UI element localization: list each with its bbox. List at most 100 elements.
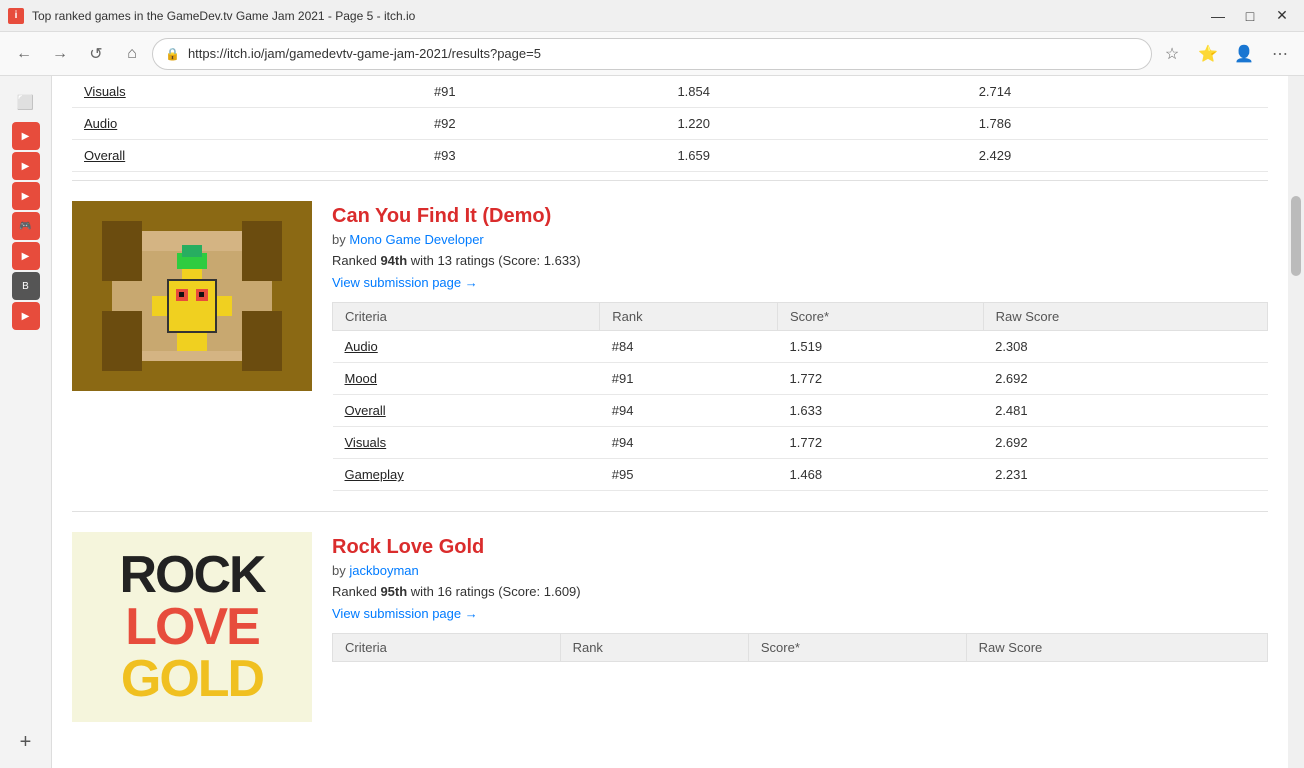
game1-thumbnail (72, 201, 312, 391)
rlg-gold-text: GOLD (121, 653, 263, 705)
menu-button[interactable]: ⋯ (1264, 38, 1296, 70)
game1-criteria-wrapper: Criteria Rank Score* Raw Score Audio #84… (332, 302, 1268, 491)
score-cell: 1.854 (665, 76, 966, 108)
prev-score-row: Overall #93 1.659 2.429 (72, 140, 1268, 172)
nav-actions: ☆ ⭐ 👤 ⋯ (1156, 38, 1296, 70)
prev-scores-table: Visuals #91 1.854 2.714 Audio #92 1.220 … (72, 76, 1268, 172)
raw-cell: 2.714 (967, 76, 1268, 108)
game1-rank-suffix: with 13 ratings (Score: 1.633) (411, 253, 581, 268)
sidebar-add-button[interactable]: + (8, 724, 44, 760)
section-divider (72, 180, 1268, 181)
game2-col-rank: Rank (560, 634, 748, 662)
criteria-row: Overall #94 1.633 2.481 (333, 395, 1268, 427)
lock-icon: 🔒 (165, 47, 180, 61)
criteria-cell: Overall (333, 395, 600, 427)
game2-criteria-wrapper: Criteria Rank Score* Raw Score (332, 633, 1268, 662)
rank-cell: #95 (600, 459, 778, 491)
criteria-row: Gameplay #95 1.468 2.231 (333, 459, 1268, 491)
criteria-cell: Visuals (333, 427, 600, 459)
game2-thumbnail: ROCK LOVE GOLD (72, 532, 312, 722)
nav-bar: ← → ↺ ⌂ 🔒 https://itch.io/jam/gamedevtv-… (0, 32, 1304, 76)
game2-col-criteria: Criteria (333, 634, 561, 662)
score-cell: 1.659 (665, 140, 966, 172)
url-text: https://itch.io/jam/gamedevtv-game-jam-2… (188, 46, 541, 61)
rank-cell: #93 (422, 140, 665, 172)
game1-image (72, 201, 312, 391)
title-bar: i Top ranked games in the GameDev.tv Gam… (0, 0, 1304, 32)
prev-score-row: Visuals #91 1.854 2.714 (72, 76, 1268, 108)
sidebar-btn5[interactable]: B (12, 272, 40, 300)
game2-entry: ROCK LOVE GOLD Rock Love Gold by jackboy… (72, 532, 1268, 722)
maximize-button[interactable]: □ (1236, 2, 1264, 30)
rank-cell: #91 (422, 76, 665, 108)
criteria-cell: Audio (72, 108, 422, 140)
sidebar-btn4[interactable]: 🎮 (12, 212, 40, 240)
score-cell: 1.772 (778, 363, 984, 395)
game1-author-link[interactable]: Mono Game Developer (349, 232, 483, 247)
home-button[interactable]: ⌂ (116, 38, 148, 70)
raw-cell: 2.692 (983, 427, 1267, 459)
page-title: Top ranked games in the GameDev.tv Game … (32, 9, 415, 23)
rank-cell: #84 (600, 331, 778, 363)
forward-button[interactable]: → (44, 38, 76, 70)
score-cell: 1.220 (665, 108, 966, 140)
sidebar-btn-red2[interactable]: ▶ (12, 152, 40, 180)
sidebar-btn-red1[interactable]: ▶ (12, 122, 40, 150)
game1-rank: Ranked 94th with 13 ratings (Score: 1.63… (332, 253, 1268, 268)
sidebar-btn3[interactable]: ▶ (12, 182, 40, 210)
section-divider2 (72, 511, 1268, 512)
score-cell: 1.468 (778, 459, 984, 491)
game1-author: by Mono Game Developer (332, 232, 1268, 247)
collections-button[interactable]: ⭐ (1192, 38, 1224, 70)
criteria-row: Mood #91 1.772 2.692 (333, 363, 1268, 395)
game1-view-link[interactable]: View submission page → (332, 275, 478, 290)
game2-author: by jackboyman (332, 563, 1268, 578)
refresh-button[interactable]: ↺ (80, 38, 112, 70)
raw-cell: 2.692 (983, 363, 1267, 395)
game1-criteria-table: Criteria Rank Score* Raw Score Audio #84… (332, 302, 1268, 491)
game1-col-rank: Rank (600, 303, 778, 331)
back-button[interactable]: ← (8, 38, 40, 70)
raw-cell: 2.231 (983, 459, 1267, 491)
game2-col-score: Score* (748, 634, 966, 662)
game1-title[interactable]: Can You Find It (Demo) (332, 205, 1268, 228)
favorites-button[interactable]: ☆ (1156, 38, 1188, 70)
sidebar-btn-red3[interactable]: ▶ (12, 242, 40, 270)
rank-cell: #94 (600, 395, 778, 427)
rlg-rock-text: ROCK (119, 549, 264, 601)
criteria-cell: Overall (72, 140, 422, 172)
criteria-cell: Audio (333, 331, 600, 363)
minimize-button[interactable]: — (1204, 2, 1232, 30)
game1-col-criteria: Criteria (333, 303, 600, 331)
close-button[interactable]: ✕ (1268, 2, 1296, 30)
scrollbar[interactable] (1288, 76, 1304, 768)
game2-rank: Ranked 95th with 16 ratings (Score: 1.60… (332, 584, 1268, 599)
address-bar[interactable]: 🔒 https://itch.io/jam/gamedevtv-game-jam… (152, 38, 1152, 70)
game2-title[interactable]: Rock Love Gold (332, 536, 1268, 559)
game1-rank-number: 94th (380, 253, 407, 268)
main-content: Visuals #91 1.854 2.714 Audio #92 1.220 … (52, 76, 1288, 768)
game2-author-link[interactable]: jackboyman (349, 563, 418, 578)
score-cell: 1.772 (778, 427, 984, 459)
window-controls: — □ ✕ (1204, 2, 1296, 30)
browser-favicon: i (8, 8, 24, 24)
sidebar: ⬜ ▶ ▶ ▶ 🎮 ▶ B ▶ + (0, 76, 52, 768)
profile-button[interactable]: 👤 (1228, 38, 1260, 70)
criteria-cell: Mood (333, 363, 600, 395)
raw-cell: 1.786 (967, 108, 1268, 140)
game1-col-score: Score* (778, 303, 984, 331)
score-cell: 1.633 (778, 395, 984, 427)
scrollbar-thumb[interactable] (1291, 196, 1301, 276)
browser-layout: ⬜ ▶ ▶ ▶ 🎮 ▶ B ▶ + Visuals #91 1.854 2.71… (0, 76, 1304, 768)
game1-col-raw: Raw Score (983, 303, 1267, 331)
game2-info: Rock Love Gold by jackboyman Ranked 95th… (332, 532, 1268, 662)
game2-view-link[interactable]: View submission page → (332, 606, 478, 621)
raw-cell: 2.429 (967, 140, 1268, 172)
game2-col-raw: Raw Score (966, 634, 1267, 662)
sidebar-btn-red4[interactable]: ▶ (12, 302, 40, 330)
sidebar-tab1[interactable]: ⬜ (8, 84, 44, 120)
game2-rank-suffix: with 16 ratings (Score: 1.609) (411, 584, 581, 599)
criteria-cell: Visuals (72, 76, 422, 108)
game2-criteria-table: Criteria Rank Score* Raw Score (332, 633, 1268, 662)
rank-cell: #94 (600, 427, 778, 459)
